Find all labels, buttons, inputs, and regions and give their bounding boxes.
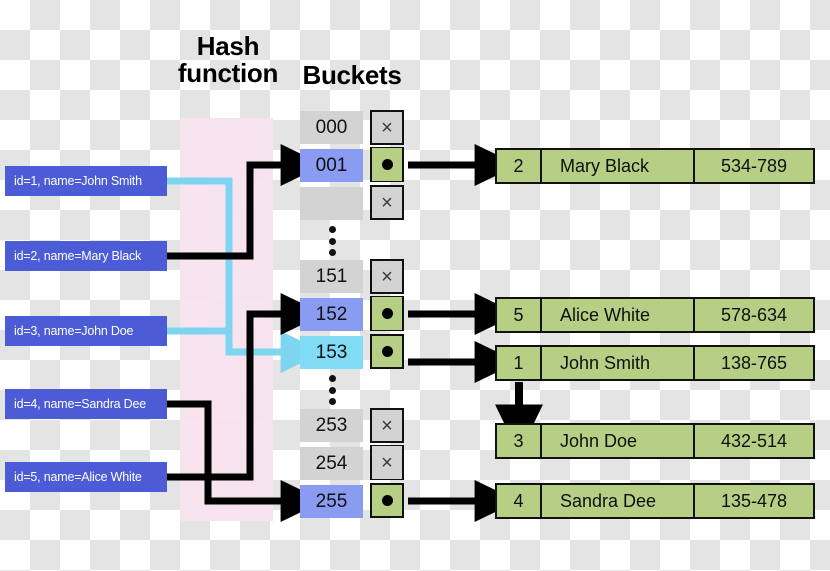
record-id: 5 — [497, 299, 542, 331]
record-name: Mary Black — [542, 150, 695, 182]
cross-icon: × — [381, 116, 393, 139]
bucket-slot-empty[interactable]: × — [370, 185, 404, 220]
bucket-index-255[interactable]: 255 — [300, 485, 363, 518]
record-phone: 578-634 — [720, 304, 788, 325]
bucket-index-151[interactable]: 151 — [300, 260, 363, 293]
cross-icon: × — [381, 414, 393, 437]
record-phone: 432-514 — [720, 430, 788, 451]
bucket-index-001[interactable]: 001 — [300, 149, 363, 182]
input-record-3[interactable]: id=3, name=John Doe — [5, 316, 167, 346]
bucket-slot-153[interactable] — [370, 334, 404, 369]
vertical-ellipsis-icon-upper — [325, 226, 339, 256]
record-row-sandra-dee[interactable]: 4 Sandra Dee 135-478 — [495, 483, 815, 519]
record-row-john-doe[interactable]: 3 John Doe 432-514 — [495, 423, 815, 459]
record-phone: 135-478 — [720, 490, 788, 511]
bucket-slot-151[interactable]: × — [370, 259, 404, 294]
bucket-index-153[interactable]: 153 — [300, 336, 363, 369]
bucket-index-000[interactable]: 000 — [300, 111, 363, 144]
record-name: Sandra Dee — [542, 485, 695, 517]
record-id: 4 — [497, 485, 542, 517]
bucket-slot-253[interactable]: × — [370, 408, 404, 443]
cross-icon: × — [381, 265, 393, 288]
input-record-1[interactable]: id=1, name=John Smith — [5, 166, 167, 196]
record-phone: 138-765 — [720, 352, 788, 373]
dot-icon — [381, 346, 393, 357]
vertical-ellipsis-icon-lower — [325, 375, 339, 405]
dot-icon — [381, 308, 393, 319]
record-row-alice-white[interactable]: 5 Alice White 578-634 — [495, 297, 815, 333]
record-phone: 534-789 — [720, 155, 788, 176]
bucket-slot-255[interactable] — [370, 483, 404, 518]
record-id: 3 — [497, 425, 542, 457]
cross-icon: × — [381, 191, 393, 214]
record-name: Alice White — [542, 299, 695, 331]
bucket-index-254[interactable]: 254 — [300, 447, 363, 480]
bucket-index-152[interactable]: 152 — [300, 298, 363, 331]
hash-table-diagram: Hash function Buckets id=1, name=John Sm… — [0, 0, 830, 571]
input-record-4[interactable]: id=4, name=Sandra Dee — [5, 389, 167, 419]
hash-function-band — [180, 118, 273, 521]
record-id: 1 — [497, 347, 542, 379]
dot-icon — [381, 495, 393, 506]
bucket-index-253[interactable]: 253 — [300, 409, 363, 442]
input-record-2[interactable]: id=2, name=Mary Black — [5, 241, 167, 271]
bucket-slot-000[interactable]: × — [370, 110, 404, 145]
record-row-john-smith[interactable]: 1 John Smith 138-765 — [495, 345, 815, 381]
record-row-mary-black[interactable]: 2 Mary Black 534-789 — [495, 148, 815, 184]
input-record-5[interactable]: id=5, name=Alice White — [5, 462, 167, 492]
bucket-slot-152[interactable] — [370, 296, 404, 331]
dot-icon — [381, 159, 393, 170]
record-id: 2 — [497, 150, 542, 182]
bucket-index-empty[interactable] — [300, 187, 363, 220]
cross-icon: × — [381, 451, 393, 474]
buckets-title: Buckets — [302, 60, 402, 90]
hash-function-title: Hash function — [177, 31, 279, 88]
record-name: John Doe — [542, 425, 695, 457]
bucket-slot-254[interactable]: × — [370, 445, 404, 480]
bucket-slot-001[interactable] — [370, 147, 404, 182]
record-name: John Smith — [542, 347, 695, 379]
